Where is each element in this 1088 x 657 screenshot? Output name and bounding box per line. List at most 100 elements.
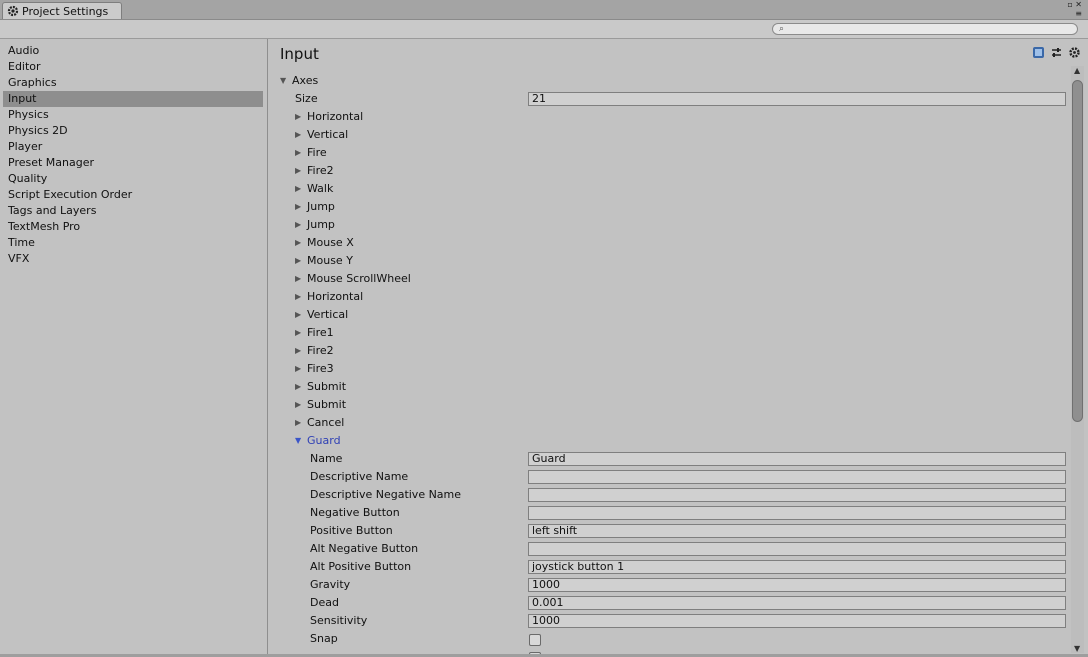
axis-label: Fire [307, 146, 327, 159]
search-box[interactable]: ⌕ [772, 23, 1078, 35]
foldout-closed-icon: ▶ [295, 382, 302, 391]
maximize-icon[interactable]: ▫ [1067, 0, 1072, 9]
foldout-closed-icon: ▶ [295, 400, 302, 409]
snap-checkbox[interactable] [529, 634, 541, 646]
axis-foldout-guard[interactable]: ▼ Guard [295, 432, 341, 450]
sidebar-item-preset-manager[interactable]: Preset Manager [3, 155, 263, 171]
size-field[interactable]: 21 [528, 92, 1066, 106]
foldout-closed-icon: ▶ [295, 256, 302, 265]
field-input[interactable] [528, 470, 1066, 484]
sidebar-item-time[interactable]: Time [3, 235, 263, 251]
settings-sidebar: Audio Editor Graphics Input Physics Phys… [0, 39, 268, 657]
axis-label: Cancel [307, 416, 345, 429]
field-input[interactable]: 1000 [528, 614, 1066, 628]
sidebar-item-physics[interactable]: Physics [3, 107, 263, 123]
scroll-up-icon[interactable]: ▲ [1074, 66, 1080, 75]
preset-sliders-icon[interactable] [1050, 46, 1063, 59]
sidebar-item-script-execution-order[interactable]: Script Execution Order [3, 187, 263, 203]
menu-icon[interactable]: ≡ [1075, 9, 1082, 18]
sidebar-item-tags-and-layers[interactable]: Tags and Layers [3, 203, 263, 219]
field-label: Alt Negative Button [310, 542, 419, 555]
axis-label: Jump [307, 218, 335, 231]
sidebar-item-vfx[interactable]: VFX [3, 251, 263, 267]
axis-label: Vertical [307, 308, 349, 321]
foldout-closed-icon: ▶ [295, 274, 302, 283]
foldout-closed-icon: ▶ [295, 166, 302, 175]
field-label: Negative Button [310, 506, 400, 519]
axis-foldout[interactable]: ▶ Vertical [295, 126, 348, 144]
axes-foldout[interactable]: ▼ Axes [280, 72, 318, 90]
field-input[interactable] [528, 542, 1066, 556]
foldout-closed-icon: ▶ [295, 238, 302, 247]
foldout-open-icon: ▼ [280, 76, 287, 85]
axis-label: Mouse X [307, 236, 354, 249]
axis-foldout[interactable]: ▶ Walk [295, 180, 333, 198]
axis-foldout[interactable]: ▶ Submit [295, 396, 346, 414]
window-controls: ▫ ✕ ≡ [1067, 0, 1082, 18]
axis-label: Fire2 [307, 164, 334, 177]
close-icon[interactable]: ✕ [1075, 0, 1082, 9]
axis-foldout[interactable]: ▶ Jump [295, 198, 335, 216]
page-title: Input [280, 45, 319, 63]
foldout-closed-icon: ▶ [295, 364, 302, 373]
vertical-scrollbar[interactable]: ▲ ▼ [1071, 66, 1084, 653]
field-input[interactable]: Guard [528, 452, 1066, 466]
sidebar-item-quality[interactable]: Quality [3, 171, 263, 187]
gear-icon [7, 5, 19, 17]
search-input[interactable] [791, 24, 1071, 34]
axis-foldout[interactable]: ▶ Fire2 [295, 162, 334, 180]
axis-foldout[interactable]: ▶ Mouse Y [295, 252, 353, 270]
axis-foldout[interactable]: ▶ Horizontal [295, 108, 363, 126]
field-input[interactable]: joystick button 1 [528, 560, 1066, 574]
axis-label: Mouse ScrollWheel [307, 272, 411, 285]
field-label: Descriptive Name [310, 470, 409, 483]
axis-foldout[interactable]: ▶ Mouse ScrollWheel [295, 270, 411, 288]
settings-gear-icon[interactable] [1068, 46, 1081, 59]
sidebar-item-player[interactable]: Player [3, 139, 263, 155]
axis-label: Fire2 [307, 344, 334, 357]
axis-foldout[interactable]: ▶ Fire1 [295, 324, 334, 342]
foldout-closed-icon: ▶ [295, 292, 302, 301]
field-input[interactable] [528, 488, 1066, 502]
help-book-icon[interactable] [1032, 46, 1045, 59]
field-input[interactable] [528, 506, 1066, 520]
foldout-closed-icon: ▶ [295, 220, 302, 229]
axis-foldout[interactable]: ▶ Fire2 [295, 342, 334, 360]
axis-foldout[interactable]: ▶ Mouse X [295, 234, 354, 252]
field-label: Alt Positive Button [310, 560, 412, 573]
axis-foldout[interactable]: ▶ Fire3 [295, 360, 334, 378]
scroll-down-icon[interactable]: ▼ [1074, 644, 1080, 653]
axis-foldout[interactable]: ▶ Jump [295, 216, 335, 234]
field-label: Gravity [310, 578, 351, 591]
field-label: Name [310, 452, 343, 465]
search-icon: ⌕ [779, 24, 785, 34]
axis-foldout[interactable]: ▶ Fire [295, 144, 327, 162]
field-input[interactable]: 0.001 [528, 596, 1066, 610]
sidebar-item-graphics[interactable]: Graphics [3, 75, 263, 91]
foldout-closed-icon: ▶ [295, 112, 302, 121]
field-input[interactable]: 1000 [528, 578, 1066, 592]
sidebar-item-physics-2d[interactable]: Physics 2D [3, 123, 263, 139]
window-tab-bar: Project Settings ▫ ✕ ≡ [0, 0, 1088, 20]
axis-label: Horizontal [307, 110, 364, 123]
field-input[interactable]: left shift [528, 524, 1066, 538]
axis-foldout[interactable]: ▶ Cancel [295, 414, 344, 432]
axis-foldout[interactable]: ▶ Horizontal [295, 288, 363, 306]
axis-foldout[interactable]: ▶ Submit [295, 378, 346, 396]
axis-label: Fire3 [307, 362, 334, 375]
project-settings-tab[interactable]: Project Settings [2, 2, 122, 19]
sidebar-item-textmesh-pro[interactable]: TextMesh Pro [3, 219, 263, 235]
input-settings-panel: Input ▼ Axes Size 21 ▶ Horizontal ▶ Vertical… [268, 39, 1088, 657]
field-label: Descriptive Negative Name [310, 488, 462, 501]
foldout-closed-icon: ▶ [295, 184, 302, 193]
sidebar-item-input[interactable]: Input [3, 91, 263, 107]
scroll-thumb[interactable] [1072, 80, 1083, 422]
axis-label: Mouse Y [307, 254, 353, 267]
foldout-closed-icon: ▶ [295, 202, 302, 211]
axis-label: Submit [307, 398, 347, 411]
field-label: Positive Button [310, 524, 393, 537]
sidebar-item-audio[interactable]: Audio [3, 43, 263, 59]
foldout-closed-icon: ▶ [295, 148, 302, 157]
sidebar-item-editor[interactable]: Editor [3, 59, 263, 75]
axis-foldout[interactable]: ▶ Vertical [295, 306, 348, 324]
